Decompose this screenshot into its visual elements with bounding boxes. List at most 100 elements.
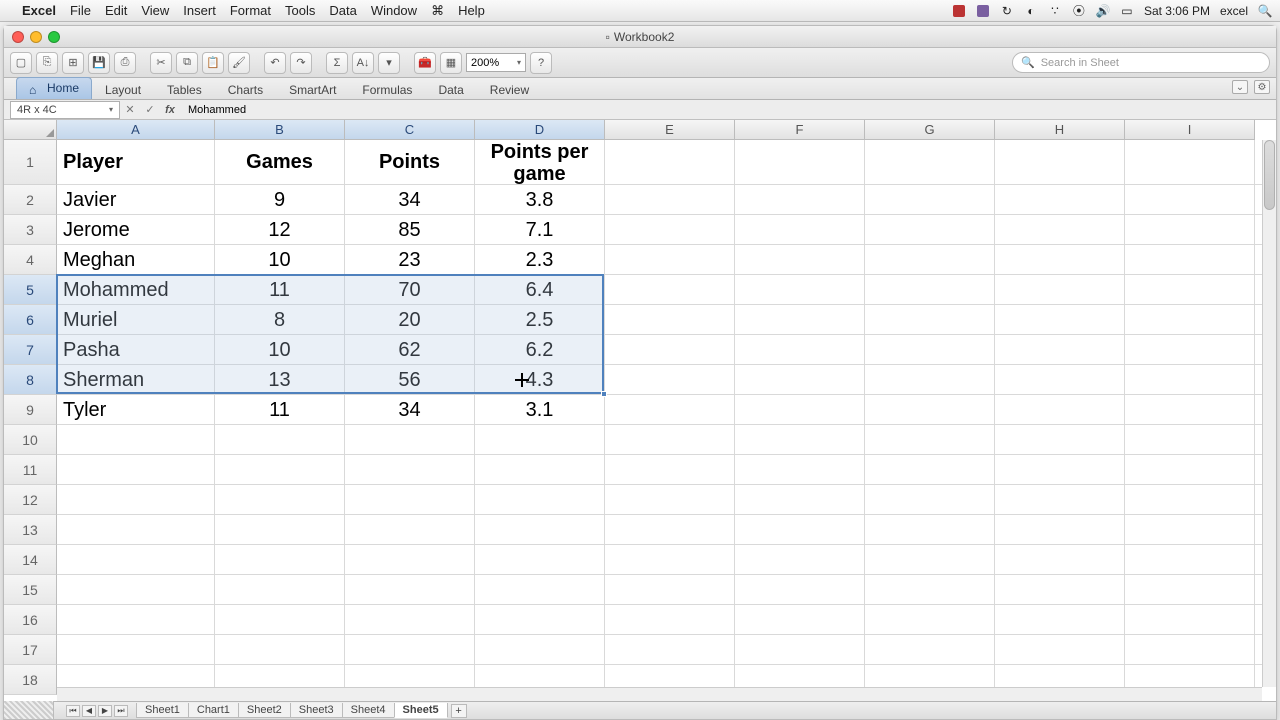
cell[interactable] [57, 605, 215, 635]
sheet-prev-button[interactable]: ◀ [82, 705, 96, 717]
cell[interactable] [995, 635, 1125, 665]
cell[interactable]: 34 [345, 185, 475, 215]
cell[interactable] [865, 635, 995, 665]
cell[interactable] [1125, 140, 1255, 185]
cell[interactable] [735, 395, 865, 425]
cell[interactable] [735, 335, 865, 365]
cell[interactable] [605, 605, 735, 635]
cell[interactable] [57, 635, 215, 665]
cell[interactable]: 10 [215, 335, 345, 365]
cell[interactable] [475, 635, 605, 665]
new-button[interactable]: ▢ [10, 52, 32, 74]
cell[interactable]: Sherman [57, 365, 215, 395]
cell[interactable] [215, 545, 345, 575]
cell[interactable] [735, 305, 865, 335]
row-header[interactable]: 6 [4, 305, 57, 335]
cell[interactable] [345, 425, 475, 455]
cell[interactable]: Meghan [57, 245, 215, 275]
cell[interactable] [57, 485, 215, 515]
sheet-last-button[interactable]: ⏭ [114, 705, 128, 717]
row-header[interactable]: 1 [4, 140, 57, 185]
cell[interactable] [995, 455, 1125, 485]
cell[interactable] [995, 185, 1125, 215]
cell[interactable] [605, 365, 735, 395]
zoom-select[interactable]: 200%▾ [466, 53, 526, 72]
cell[interactable] [1125, 305, 1255, 335]
cell[interactable] [1125, 395, 1255, 425]
cell[interactable] [865, 545, 995, 575]
display-icon[interactable]: ◐ [1024, 4, 1038, 18]
row-header[interactable]: 12 [4, 485, 57, 515]
fx-button[interactable]: fx [160, 102, 180, 118]
row-header[interactable]: 8 [4, 365, 57, 395]
menu-data[interactable]: Data [329, 3, 356, 18]
cell[interactable] [995, 140, 1125, 185]
cell[interactable]: 23 [345, 245, 475, 275]
process-name[interactable]: excel [1220, 4, 1248, 18]
toolbox-button[interactable]: 🧰 [414, 52, 436, 74]
zoom-button[interactable] [48, 31, 60, 43]
cell[interactable]: 6.4 [475, 275, 605, 305]
cell[interactable] [345, 575, 475, 605]
template-button[interactable]: ⊞ [62, 52, 84, 74]
cell[interactable] [735, 485, 865, 515]
cell[interactable]: 10 [215, 245, 345, 275]
cell[interactable] [1125, 515, 1255, 545]
cell[interactable] [995, 305, 1125, 335]
cell[interactable] [735, 455, 865, 485]
cell[interactable] [995, 575, 1125, 605]
cell[interactable] [995, 605, 1125, 635]
tab-data[interactable]: Data [425, 79, 476, 99]
cell[interactable] [215, 485, 345, 515]
cell[interactable] [735, 545, 865, 575]
cell[interactable]: 6.2 [475, 335, 605, 365]
search-input[interactable]: 🔍Search in Sheet [1012, 52, 1270, 73]
battery-icon[interactable]: ▭ [1120, 4, 1134, 18]
cell[interactable] [995, 395, 1125, 425]
scroll-thumb[interactable] [1264, 140, 1275, 210]
row-header[interactable]: 17 [4, 635, 57, 665]
cell[interactable] [1125, 185, 1255, 215]
cell[interactable]: Mohammed [57, 275, 215, 305]
cell[interactable] [995, 245, 1125, 275]
status-purple-icon[interactable] [977, 5, 989, 17]
sheet-first-button[interactable]: ⏮ [66, 705, 80, 717]
sheet-tab[interactable]: Sheet4 [342, 703, 395, 718]
cell[interactable]: 13 [215, 365, 345, 395]
cell[interactable]: Points per game [475, 140, 605, 185]
cell[interactable] [1125, 455, 1255, 485]
vertical-scrollbar[interactable] [1262, 140, 1276, 687]
cell[interactable] [475, 485, 605, 515]
cell[interactable] [475, 455, 605, 485]
cell[interactable]: 2.3 [475, 245, 605, 275]
cell[interactable] [345, 455, 475, 485]
row-header[interactable]: 4 [4, 245, 57, 275]
cell[interactable]: 7.1 [475, 215, 605, 245]
column-header[interactable]: I [1125, 120, 1255, 140]
media-button[interactable]: ▦ [440, 52, 462, 74]
horizontal-scrollbar[interactable] [57, 687, 1262, 701]
cell[interactable] [215, 425, 345, 455]
cell[interactable]: 11 [215, 275, 345, 305]
column-header[interactable]: G [865, 120, 995, 140]
tab-layout[interactable]: Layout [92, 79, 154, 99]
cell[interactable]: Pasha [57, 335, 215, 365]
cell[interactable] [1125, 605, 1255, 635]
cell[interactable] [345, 515, 475, 545]
select-all-button[interactable] [4, 120, 57, 140]
cell[interactable]: 8 [215, 305, 345, 335]
row-header[interactable]: 14 [4, 545, 57, 575]
cell[interactable]: Javier [57, 185, 215, 215]
cell[interactable] [605, 140, 735, 185]
cell[interactable]: 56 [345, 365, 475, 395]
tab-tables[interactable]: Tables [154, 79, 215, 99]
cell[interactable] [345, 485, 475, 515]
cell[interactable] [605, 275, 735, 305]
cut-button[interactable]: ✂ [150, 52, 172, 74]
cell[interactable]: 11 [215, 395, 345, 425]
sheet-tab[interactable]: Chart1 [188, 703, 239, 718]
paste-button[interactable]: 📋 [202, 52, 224, 74]
cell[interactable] [345, 605, 475, 635]
cell[interactable] [865, 365, 995, 395]
column-header[interactable]: H [995, 120, 1125, 140]
